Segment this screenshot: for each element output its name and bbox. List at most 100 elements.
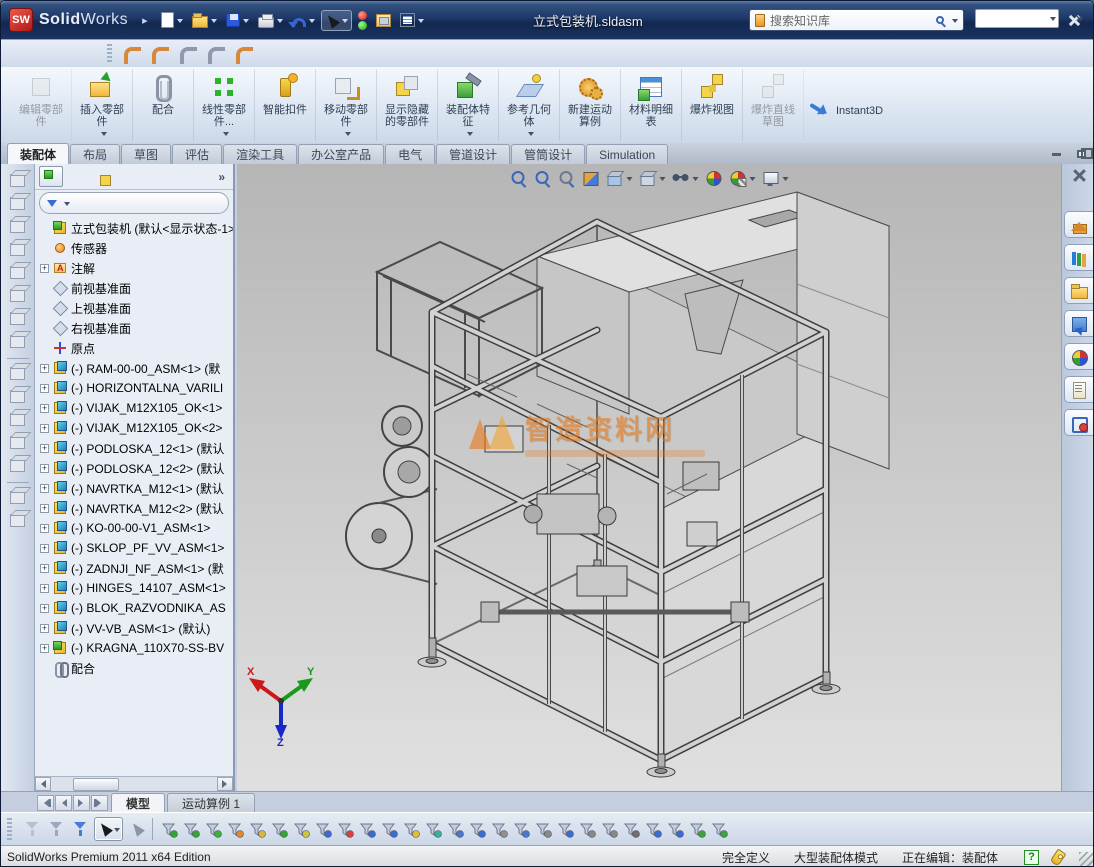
view-tool-icon[interactable] bbox=[10, 266, 25, 279]
dropdown-arrow-icon[interactable] bbox=[101, 132, 107, 139]
tree-item[interactable]: 上视基准面 bbox=[35, 298, 233, 318]
task-pane-button[interactable] bbox=[1064, 310, 1093, 337]
tree-horizontal-scrollbar[interactable] bbox=[35, 776, 233, 791]
knowledge-search-box[interactable]: 搜索知识库 bbox=[749, 9, 964, 31]
menu-expand-arrow-icon[interactable]: ▸ bbox=[142, 14, 148, 27]
tree-tabs-overflow[interactable]: » bbox=[218, 170, 229, 184]
next-tab-button[interactable] bbox=[73, 795, 90, 811]
status-help-icon[interactable]: ? bbox=[1024, 850, 1039, 865]
dropdown-arrow-icon[interactable] bbox=[342, 19, 348, 26]
routing-tool-icon[interactable] bbox=[177, 44, 199, 64]
tree-item[interactable]: (-) HINGES_14107_ASM<1> bbox=[35, 578, 233, 598]
ribbon-button[interactable]: Instant3D bbox=[804, 69, 887, 141]
ribbon-overflow-chevron[interactable]: » bbox=[1076, 10, 1083, 25]
quick-tool-button[interactable] bbox=[355, 9, 370, 32]
tree-item[interactable]: (-) KO-00-00-V1_ASM<1> bbox=[35, 518, 233, 538]
task-pane-button[interactable] bbox=[1064, 211, 1093, 238]
dropdown-arrow-icon[interactable] bbox=[660, 177, 666, 184]
view-tool-icon[interactable] bbox=[10, 367, 25, 380]
command-tab[interactable]: 装配体 bbox=[7, 143, 69, 164]
tree-item[interactable]: (-) PODLOSKA_12<2> (默认 bbox=[35, 458, 233, 478]
filter-tool-button[interactable] bbox=[70, 817, 90, 841]
command-tab[interactable]: 草图 bbox=[121, 144, 171, 164]
tree-item[interactable]: 立式包装机 (默认<显示状态-1> bbox=[35, 218, 233, 238]
selection-filter-icon[interactable] bbox=[422, 817, 444, 841]
command-tab[interactable]: 办公室产品 bbox=[298, 144, 384, 164]
task-pane-button[interactable] bbox=[1064, 343, 1093, 370]
selection-filter-icon[interactable] bbox=[664, 817, 686, 841]
tree-item[interactable]: (-) VIJAK_M12X105_OK<1> bbox=[35, 398, 233, 418]
expand-plus-icon[interactable] bbox=[40, 404, 49, 413]
dropdown-arrow-icon[interactable] bbox=[467, 132, 473, 139]
toolbar-grip[interactable] bbox=[107, 44, 112, 64]
selection-filter-icon[interactable] bbox=[686, 817, 708, 841]
filter-tool-button[interactable] bbox=[127, 817, 145, 841]
selection-filter-icon[interactable] bbox=[378, 817, 400, 841]
view-tool-icon[interactable] bbox=[10, 436, 25, 449]
dropdown-arrow-icon[interactable] bbox=[783, 177, 789, 184]
ribbon-button[interactable]: 插入零部件 bbox=[72, 69, 133, 141]
toolbar-grip[interactable] bbox=[7, 818, 12, 840]
headsup-tool-button[interactable] bbox=[581, 167, 601, 189]
assembly-model-canvas[interactable] bbox=[237, 164, 1061, 791]
view-tool-icon[interactable] bbox=[10, 289, 25, 302]
first-tab-button[interactable] bbox=[37, 795, 54, 811]
tree-item[interactable]: (-) HORIZONTALNA_VARILI bbox=[35, 378, 233, 398]
tree-header-tab[interactable] bbox=[91, 166, 115, 187]
selection-filter-icon[interactable] bbox=[576, 817, 598, 841]
quick-tool-button[interactable] bbox=[397, 11, 427, 29]
selection-filter-icon[interactable] bbox=[180, 817, 202, 841]
tree-header-tab[interactable] bbox=[117, 166, 141, 187]
ribbon-button[interactable]: 爆炸直线草图 bbox=[743, 69, 804, 141]
last-tab-button[interactable] bbox=[91, 795, 108, 811]
headsup-tool-button[interactable] bbox=[605, 167, 634, 189]
tree-item[interactable]: (-) ZADNJI_NF_ASM<1> (默 bbox=[35, 558, 233, 578]
selection-filter-icon[interactable] bbox=[312, 817, 334, 841]
filter-tool-button[interactable] bbox=[22, 817, 42, 841]
dropdown-arrow-icon[interactable] bbox=[627, 177, 633, 184]
view-tool-icon[interactable] bbox=[10, 243, 25, 256]
headsup-tool-button[interactable] bbox=[509, 167, 529, 189]
command-tab[interactable]: Simulation bbox=[586, 144, 668, 164]
selection-filter-icon[interactable] bbox=[268, 817, 290, 841]
expand-plus-icon[interactable] bbox=[40, 484, 49, 493]
tree-header-tab[interactable] bbox=[39, 166, 63, 187]
selection-filter-icon[interactable] bbox=[290, 817, 312, 841]
command-tab[interactable]: 电气 bbox=[385, 144, 435, 164]
expand-plus-icon[interactable] bbox=[40, 264, 49, 273]
expand-plus-icon[interactable] bbox=[40, 584, 49, 593]
dropdown-arrow-icon[interactable] bbox=[114, 828, 120, 835]
filter-dropdown-icon[interactable] bbox=[64, 202, 70, 209]
headsup-tool-button[interactable] bbox=[638, 167, 667, 189]
expand-plus-icon[interactable] bbox=[40, 624, 49, 633]
selection-filter-icon[interactable] bbox=[356, 817, 378, 841]
resize-grip[interactable] bbox=[1079, 852, 1093, 866]
tree-item[interactable]: 右视基准面 bbox=[35, 318, 233, 338]
selection-filter-icon[interactable] bbox=[708, 817, 730, 841]
headsup-tool-button[interactable] bbox=[728, 167, 757, 189]
selection-filter-icon[interactable] bbox=[642, 817, 664, 841]
selection-filter-icon[interactable] bbox=[334, 817, 356, 841]
model-tab[interactable]: 模型 bbox=[111, 793, 165, 812]
dropdown-arrow-icon[interactable] bbox=[177, 19, 183, 26]
routing-tool-icon[interactable] bbox=[121, 44, 143, 64]
command-tab[interactable]: 管道设计 bbox=[436, 144, 510, 164]
expand-plus-icon[interactable] bbox=[40, 384, 49, 393]
expand-plus-icon[interactable] bbox=[40, 644, 49, 653]
ribbon-button[interactable]: 参考几何体 bbox=[499, 69, 560, 141]
dropdown-arrow-icon[interactable] bbox=[750, 177, 756, 184]
tree-item[interactable]: 原点 bbox=[35, 338, 233, 358]
dropdown-arrow-icon[interactable] bbox=[345, 132, 351, 139]
command-tab[interactable]: 评估 bbox=[172, 144, 222, 164]
tree-item[interactable]: (-) VV-VB_ASM<1> (默认) bbox=[35, 618, 233, 638]
quick-tool-button[interactable] bbox=[255, 11, 286, 30]
selection-filter-icon[interactable] bbox=[466, 817, 488, 841]
document-minimize-button[interactable] bbox=[1045, 146, 1067, 162]
command-tab[interactable]: 管筒设计 bbox=[511, 144, 585, 164]
search-dropdown-icon[interactable] bbox=[952, 19, 958, 26]
headsup-tool-button[interactable] bbox=[557, 167, 577, 189]
dropdown-arrow-icon[interactable] bbox=[309, 19, 315, 26]
tree-item[interactable]: (-) VIJAK_M12X105_OK<2> bbox=[35, 418, 233, 438]
dropdown-arrow-icon[interactable] bbox=[528, 132, 534, 139]
tree-item[interactable]: (-) KRAGNA_110X70-SS-BV bbox=[35, 638, 233, 658]
